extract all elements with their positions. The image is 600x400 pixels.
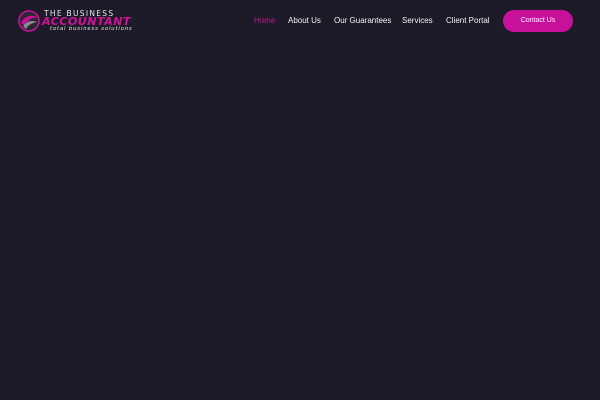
nav-item-home[interactable]: Home <box>254 15 275 27</box>
nav-item-services[interactable]: Services <box>402 15 433 27</box>
logo-wordmark: THE BUSINESS ACCOUNTANT total business s… <box>42 9 142 33</box>
nav-item-our-guarantees[interactable]: Our Guarantees <box>334 15 391 27</box>
main-content-area <box>0 42 600 400</box>
nav-item-about-us[interactable]: About Us <box>288 15 321 27</box>
logo-mark-icon <box>18 10 40 32</box>
contact-us-button[interactable]: Contact Us <box>503 10 573 32</box>
nav-item-client-portal[interactable]: Client Portal <box>446 15 490 27</box>
logo-tagline: total business solutions <box>50 26 133 32</box>
site-logo[interactable]: THE BUSINESS ACCOUNTANT total business s… <box>18 9 142 33</box>
site-header: THE BUSINESS ACCOUNTANT total business s… <box>0 0 600 42</box>
